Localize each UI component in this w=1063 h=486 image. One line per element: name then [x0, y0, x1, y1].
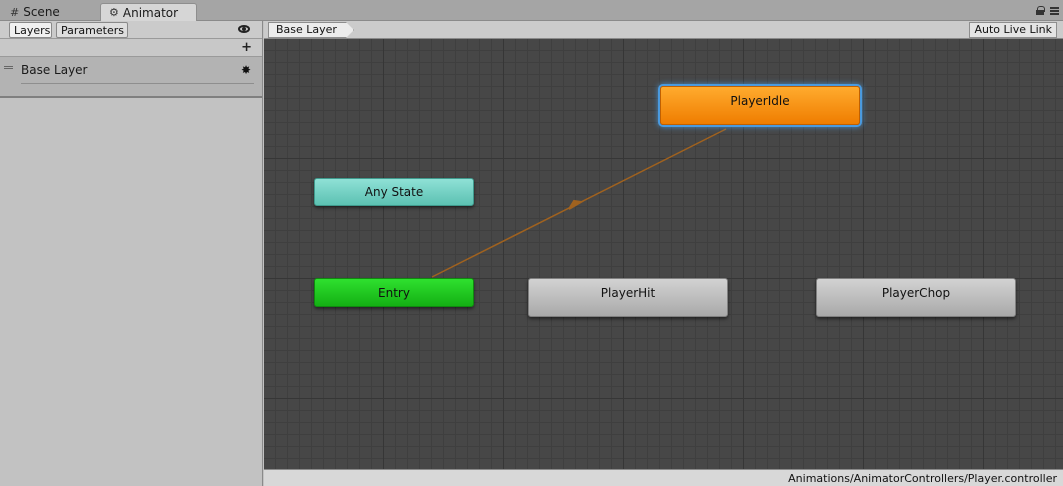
auto-live-link-button[interactable]: Auto Live Link — [969, 22, 1057, 38]
layers-panel-toolbar: Layers Parameters — [0, 21, 262, 39]
layer-divider — [21, 83, 254, 84]
state-label: PlayerIdle — [730, 94, 790, 108]
state-player-hit[interactable]: PlayerHit — [528, 278, 728, 317]
tab-scene[interactable]: # Scene — [2, 3, 98, 21]
tab-scene-label: Scene — [23, 5, 60, 19]
state-label: Any State — [364, 185, 424, 199]
gear-icon[interactable]: ✸ — [241, 63, 251, 77]
transition-arrow-icon — [568, 199, 584, 210]
animator-icon: ⚙ — [109, 6, 119, 19]
state-label: PlayerChop — [881, 286, 951, 300]
window-tab-bar: # Scene ⚙ Animator — [0, 0, 1063, 21]
tab-animator[interactable]: ⚙ Animator — [100, 3, 197, 21]
state-any-state[interactable]: Any State — [314, 178, 474, 206]
breadcrumb[interactable]: Base Layer — [268, 22, 354, 38]
state-entry[interactable]: Entry — [314, 278, 474, 307]
drag-handle-icon[interactable] — [4, 66, 13, 69]
state-label: Entry — [378, 285, 410, 300]
graph-toolbar: Base Layer Auto Live Link — [264, 21, 1063, 39]
state-player-chop[interactable]: PlayerChop — [816, 278, 1016, 317]
state-label: PlayerHit — [600, 286, 656, 300]
add-layer-button[interactable]: + — [241, 39, 252, 56]
state-player-idle[interactable]: PlayerIdle — [660, 86, 860, 125]
state-machine-graph[interactable]: Any State Entry PlayerIdle PlayerHit Pla… — [264, 39, 1063, 469]
layers-panel: Layers Parameters + Base Layer ✸ — [0, 21, 263, 486]
controller-path: Animations/AnimatorControllers/Player.co… — [788, 472, 1057, 485]
add-layer-row: + — [0, 39, 262, 57]
eye-icon[interactable] — [238, 25, 250, 33]
status-bar: Animations/AnimatorControllers/Player.co… — [264, 469, 1063, 486]
layer-list-item[interactable]: Base Layer ✸ — [0, 57, 262, 98]
grid-icon: # — [10, 5, 20, 19]
layer-name: Base Layer — [21, 63, 88, 77]
window-menu-icon[interactable] — [1050, 6, 1059, 15]
tab-layers[interactable]: Layers — [9, 22, 52, 38]
lock-icon[interactable] — [1036, 6, 1045, 15]
tab-parameters[interactable]: Parameters — [56, 22, 128, 38]
tab-animator-label: Animator — [122, 5, 179, 20]
window-controls — [1036, 6, 1059, 15]
